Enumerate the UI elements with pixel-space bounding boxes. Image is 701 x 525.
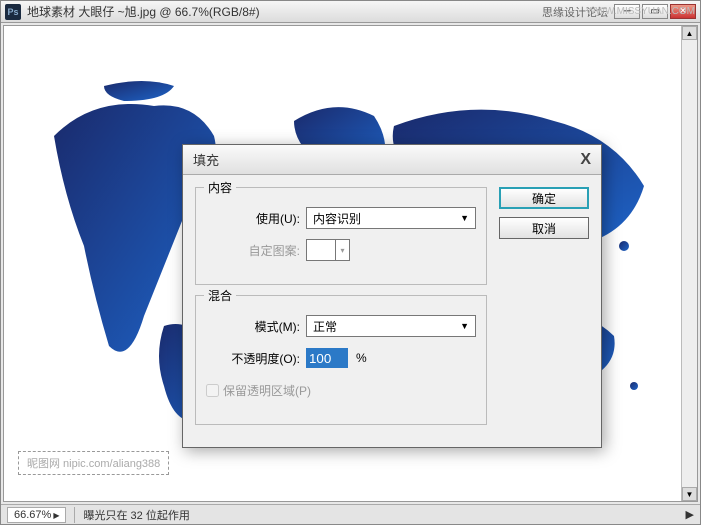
ok-button[interactable]: 确定 bbox=[499, 187, 589, 209]
opacity-label: 不透明度(O): bbox=[206, 350, 306, 367]
scroll-up-icon[interactable]: ▲ bbox=[682, 26, 697, 40]
dialog-body: 内容 使用(U): 内容识别 ▼ 自定图案: ▾ bbox=[183, 175, 601, 447]
zoom-level[interactable]: 66.67%▶ bbox=[7, 507, 66, 523]
status-bar: 66.67%▶ 曝光只在 32 位起作用 ▶ bbox=[1, 504, 700, 524]
dialog-close-button[interactable]: X bbox=[580, 151, 591, 169]
chevron-down-icon: ▼ bbox=[460, 321, 469, 331]
pattern-label: 自定图案: bbox=[206, 242, 306, 259]
use-label: 使用(U): bbox=[206, 210, 306, 227]
zoom-caret-icon: ▶ bbox=[53, 511, 59, 520]
opacity-input[interactable] bbox=[306, 348, 348, 368]
canvas-watermark: 昵图网 nipic.com/aliang388 bbox=[18, 451, 169, 475]
title-bar: Ps 地球素材 大眼仔 ~旭.jpg @ 66.7%(RGB/8#) 思缘设计论… bbox=[1, 1, 700, 23]
chevron-down-icon: ▼ bbox=[460, 213, 469, 223]
use-value: 内容识别 bbox=[313, 210, 361, 227]
status-hint: 曝光只在 32 位起作用 bbox=[74, 507, 681, 523]
opacity-percent: % bbox=[356, 351, 367, 365]
pattern-swatch bbox=[306, 239, 336, 261]
pattern-picker-button: ▾ bbox=[336, 239, 350, 261]
cancel-button[interactable]: 取消 bbox=[499, 217, 589, 239]
preserve-transparency-label: 保留透明区域(P) bbox=[223, 382, 311, 399]
mode-select[interactable]: 正常 ▼ bbox=[306, 315, 476, 337]
use-select[interactable]: 内容识别 ▼ bbox=[306, 207, 476, 229]
watermark-overlay: WWW.MISSYUAN.COM bbox=[586, 6, 695, 17]
vertical-scrollbar[interactable]: ▲ ▼ bbox=[681, 26, 697, 501]
content-group: 内容 使用(U): 内容识别 ▼ 自定图案: ▾ bbox=[195, 187, 487, 285]
zoom-value: 66.67% bbox=[14, 509, 51, 521]
dialog-title: 填充 bbox=[193, 150, 580, 169]
content-legend: 内容 bbox=[204, 179, 236, 196]
scroll-down-icon[interactable]: ▼ bbox=[682, 487, 697, 501]
dialog-title-bar[interactable]: 填充 X bbox=[183, 145, 601, 175]
mode-label: 模式(M): bbox=[206, 318, 306, 335]
blend-group: 混合 模式(M): 正常 ▼ 不透明度(O): % 保留透明区域(P) bbox=[195, 295, 487, 425]
mode-value: 正常 bbox=[313, 318, 337, 335]
blend-legend: 混合 bbox=[204, 287, 236, 304]
fill-dialog: 填充 X 内容 使用(U): 内容识别 ▼ 自定图案: ▾ bbox=[182, 144, 602, 448]
preserve-transparency-checkbox[interactable] bbox=[206, 384, 219, 397]
status-caret-icon[interactable]: ▶ bbox=[686, 508, 694, 521]
app-icon: Ps bbox=[5, 4, 21, 20]
document-title: 地球素材 大眼仔 ~旭.jpg @ 66.7%(RGB/8#) bbox=[27, 3, 542, 20]
